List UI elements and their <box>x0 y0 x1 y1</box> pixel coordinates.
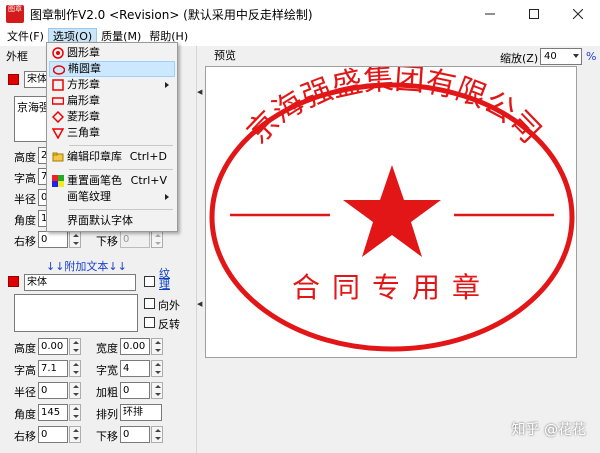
submenu-arrow-icon <box>165 194 169 200</box>
extra-radius-input[interactable]: 0 <box>38 382 68 399</box>
extra-width-spinner[interactable] <box>151 338 163 355</box>
outward-label: 向外 <box>158 299 180 312</box>
seal-top-text: 京海强盛集团有限公司 <box>240 67 547 150</box>
extra-down-shift-spinner[interactable] <box>151 426 163 443</box>
collapse-arrow-icon[interactable]: ◀ <box>197 300 202 308</box>
extra-charwidth-input[interactable]: 4 <box>120 360 150 377</box>
extra-height-spinner[interactable] <box>69 338 81 355</box>
texture-checkbox[interactable] <box>144 276 155 287</box>
radius-label: 半径 <box>14 193 36 206</box>
window-controls <box>468 0 600 28</box>
title-bar: 图章 图章制作V2.0 <Revision> (默认采用中反走样绘制) <box>0 0 600 28</box>
zoom-unit: % <box>586 50 597 63</box>
extra-height-input[interactable]: 0.00 <box>38 338 68 355</box>
watermark: 知乎 @花花 <box>511 422 586 438</box>
invert-label: 反转 <box>158 318 180 331</box>
submenu-arrow-icon <box>165 82 169 88</box>
extra-font-select[interactable]: 宋体 <box>24 274 136 291</box>
extra-down-shift-input[interactable]: 0 <box>120 426 150 443</box>
app-icon: 图章 <box>6 5 24 23</box>
extra-height-label: 高度 <box>14 342 36 355</box>
options-dropdown-menu: 圆形章 椭圆章 方形章 扁形章 菱形章 三角章 编辑印章库 Ctrl+D 重置画… <box>46 42 178 232</box>
right-shift-input[interactable]: 0 <box>38 231 68 248</box>
texture-label[interactable]: 纹理 <box>159 268 171 290</box>
extra-charheight-label: 字高 <box>14 364 36 377</box>
extra-angle-label: 角度 <box>14 408 36 421</box>
triangle-seal-icon <box>52 128 64 139</box>
menu-item-brush-texture[interactable]: 画笔纹理 <box>49 189 175 205</box>
extra-angle-input[interactable]: 145 <box>38 404 68 421</box>
menu-separator <box>69 145 173 146</box>
extra-radius-label: 半径 <box>14 386 36 399</box>
extra-color-swatch[interactable] <box>8 276 19 287</box>
extra-charwidth-spinner[interactable] <box>151 360 163 377</box>
menu-item-default-font[interactable]: 界面默认字体 <box>49 213 175 229</box>
maximize-icon[interactable] <box>512 0 556 28</box>
extra-text-title: ↓↓附加文本↓↓ <box>46 260 127 273</box>
menu-item-reset-color[interactable]: 重置画笔色 Ctrl+V <box>49 173 175 189</box>
down-shift-input[interactable]: 0 <box>120 231 150 248</box>
invert-checkbox[interactable] <box>144 317 155 328</box>
menu-item-triangle-seal[interactable]: 三角章 <box>49 125 175 141</box>
chevron-down-icon <box>573 54 579 58</box>
down-shift-label: 下移 <box>96 235 118 248</box>
zoom-select[interactable]: 40 <box>540 48 582 65</box>
frame-label: 外框 <box>6 50 28 63</box>
circle-seal-icon <box>52 47 64 59</box>
right-shift-label: 右移 <box>14 235 36 248</box>
flat-seal-icon <box>52 97 64 105</box>
seal-canvas: 京海强盛集团有限公司 合同专用章 <box>205 66 577 358</box>
square-seal-icon <box>52 79 64 91</box>
reset-color-icon <box>52 175 64 187</box>
extra-arrange-label: 排列 <box>96 408 118 421</box>
extra-arrange-select[interactable]: 环排 <box>120 404 162 421</box>
close-icon[interactable] <box>556 0 600 28</box>
main-text-input[interactable]: 京海强 <box>14 96 48 142</box>
charheight-label: 字高 <box>14 172 36 185</box>
extra-right-shift-input[interactable]: 0 <box>38 426 68 443</box>
menu-file[interactable]: 文件(F) <box>3 28 48 46</box>
extra-right-shift-spinner[interactable] <box>69 426 81 443</box>
zoom-value: 40 <box>544 51 557 62</box>
height-label: 高度 <box>14 151 36 164</box>
minimize-icon[interactable] <box>468 0 512 28</box>
down-shift-spinner[interactable] <box>151 231 163 248</box>
menu-item-circle-seal[interactable]: 圆形章 <box>49 45 175 61</box>
extra-radius-spinner[interactable] <box>69 382 81 399</box>
extra-right-shift-label: 右移 <box>14 430 36 443</box>
angle-label: 角度 <box>14 214 36 227</box>
menu-item-flat-seal[interactable]: 扁形章 <box>49 93 175 109</box>
extra-down-shift-label: 下移 <box>96 430 118 443</box>
preview-label: 预览 <box>214 49 236 62</box>
menu-item-edit-library[interactable]: 编辑印章库 Ctrl+D <box>49 149 175 165</box>
seal-bottom-text: 合同专用章 <box>292 271 492 304</box>
window-title: 图章制作V2.0 <Revision> (默认采用中反走样绘制) <box>30 7 313 22</box>
panel-splitter[interactable] <box>196 46 202 453</box>
menu-item-square-seal[interactable]: 方形章 <box>49 77 175 93</box>
diamond-seal-icon <box>52 111 64 123</box>
menu-item-diamond-seal[interactable]: 菱形章 <box>49 109 175 125</box>
extra-bold-label: 加粗 <box>96 386 118 399</box>
main-color-swatch[interactable] <box>8 74 19 85</box>
menu-separator <box>69 209 173 210</box>
menu-item-ellipse-seal[interactable]: 椭圆章 <box>49 61 175 77</box>
extra-angle-spinner[interactable] <box>69 404 81 421</box>
extra-bold-spinner[interactable] <box>151 382 163 399</box>
outward-checkbox[interactable] <box>144 298 155 309</box>
extra-charwidth-label: 字宽 <box>96 364 118 377</box>
menu-separator <box>69 169 173 170</box>
seal-star <box>343 165 441 257</box>
extra-width-input[interactable]: 0.00 <box>120 338 150 355</box>
extra-text-input[interactable] <box>14 294 138 332</box>
edit-library-icon <box>52 152 64 162</box>
extra-charheight-input[interactable]: 7.1 <box>38 360 68 377</box>
extra-charheight-spinner[interactable] <box>69 360 81 377</box>
right-shift-spinner[interactable] <box>69 231 81 248</box>
extra-bold-input[interactable]: 0 <box>120 382 150 399</box>
extra-width-label: 宽度 <box>96 342 118 355</box>
seal-preview: 京海强盛集团有限公司 合同专用章 <box>209 67 575 352</box>
ellipse-seal-icon <box>53 65 65 75</box>
zoom-label: 缩放(Z) <box>500 52 539 65</box>
collapse-arrow-icon[interactable]: ◀ <box>197 88 202 96</box>
